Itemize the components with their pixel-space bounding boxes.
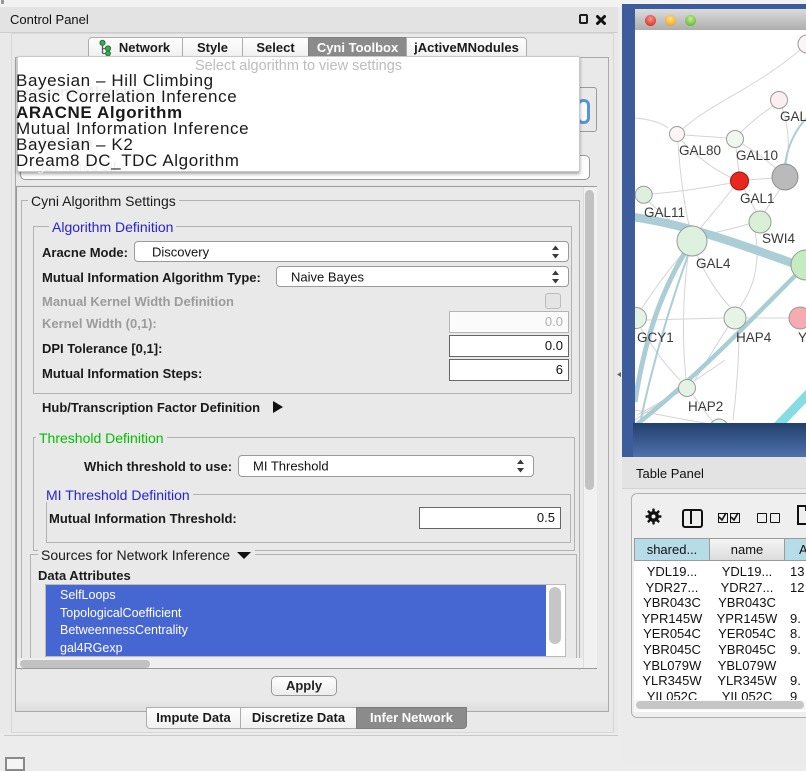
svg-text:HAP4: HAP4 (736, 330, 772, 345)
svg-text:HAP2: HAP2 (688, 399, 723, 414)
svg-text:GAL4: GAL4 (696, 256, 731, 271)
svg-text:GAL10: GAL10 (736, 148, 778, 163)
svg-text:GAL7: GAL7 (780, 109, 806, 124)
svg-text:SWI4: SWI4 (762, 231, 795, 246)
svg-text:GCY1: GCY1 (637, 330, 674, 345)
svg-text:GAL11: GAL11 (644, 205, 685, 220)
svg-text:GAL80: GAL80 (679, 143, 721, 158)
svg-text:GAL1: GAL1 (740, 191, 775, 206)
svg-text:YM: YM (798, 330, 806, 345)
